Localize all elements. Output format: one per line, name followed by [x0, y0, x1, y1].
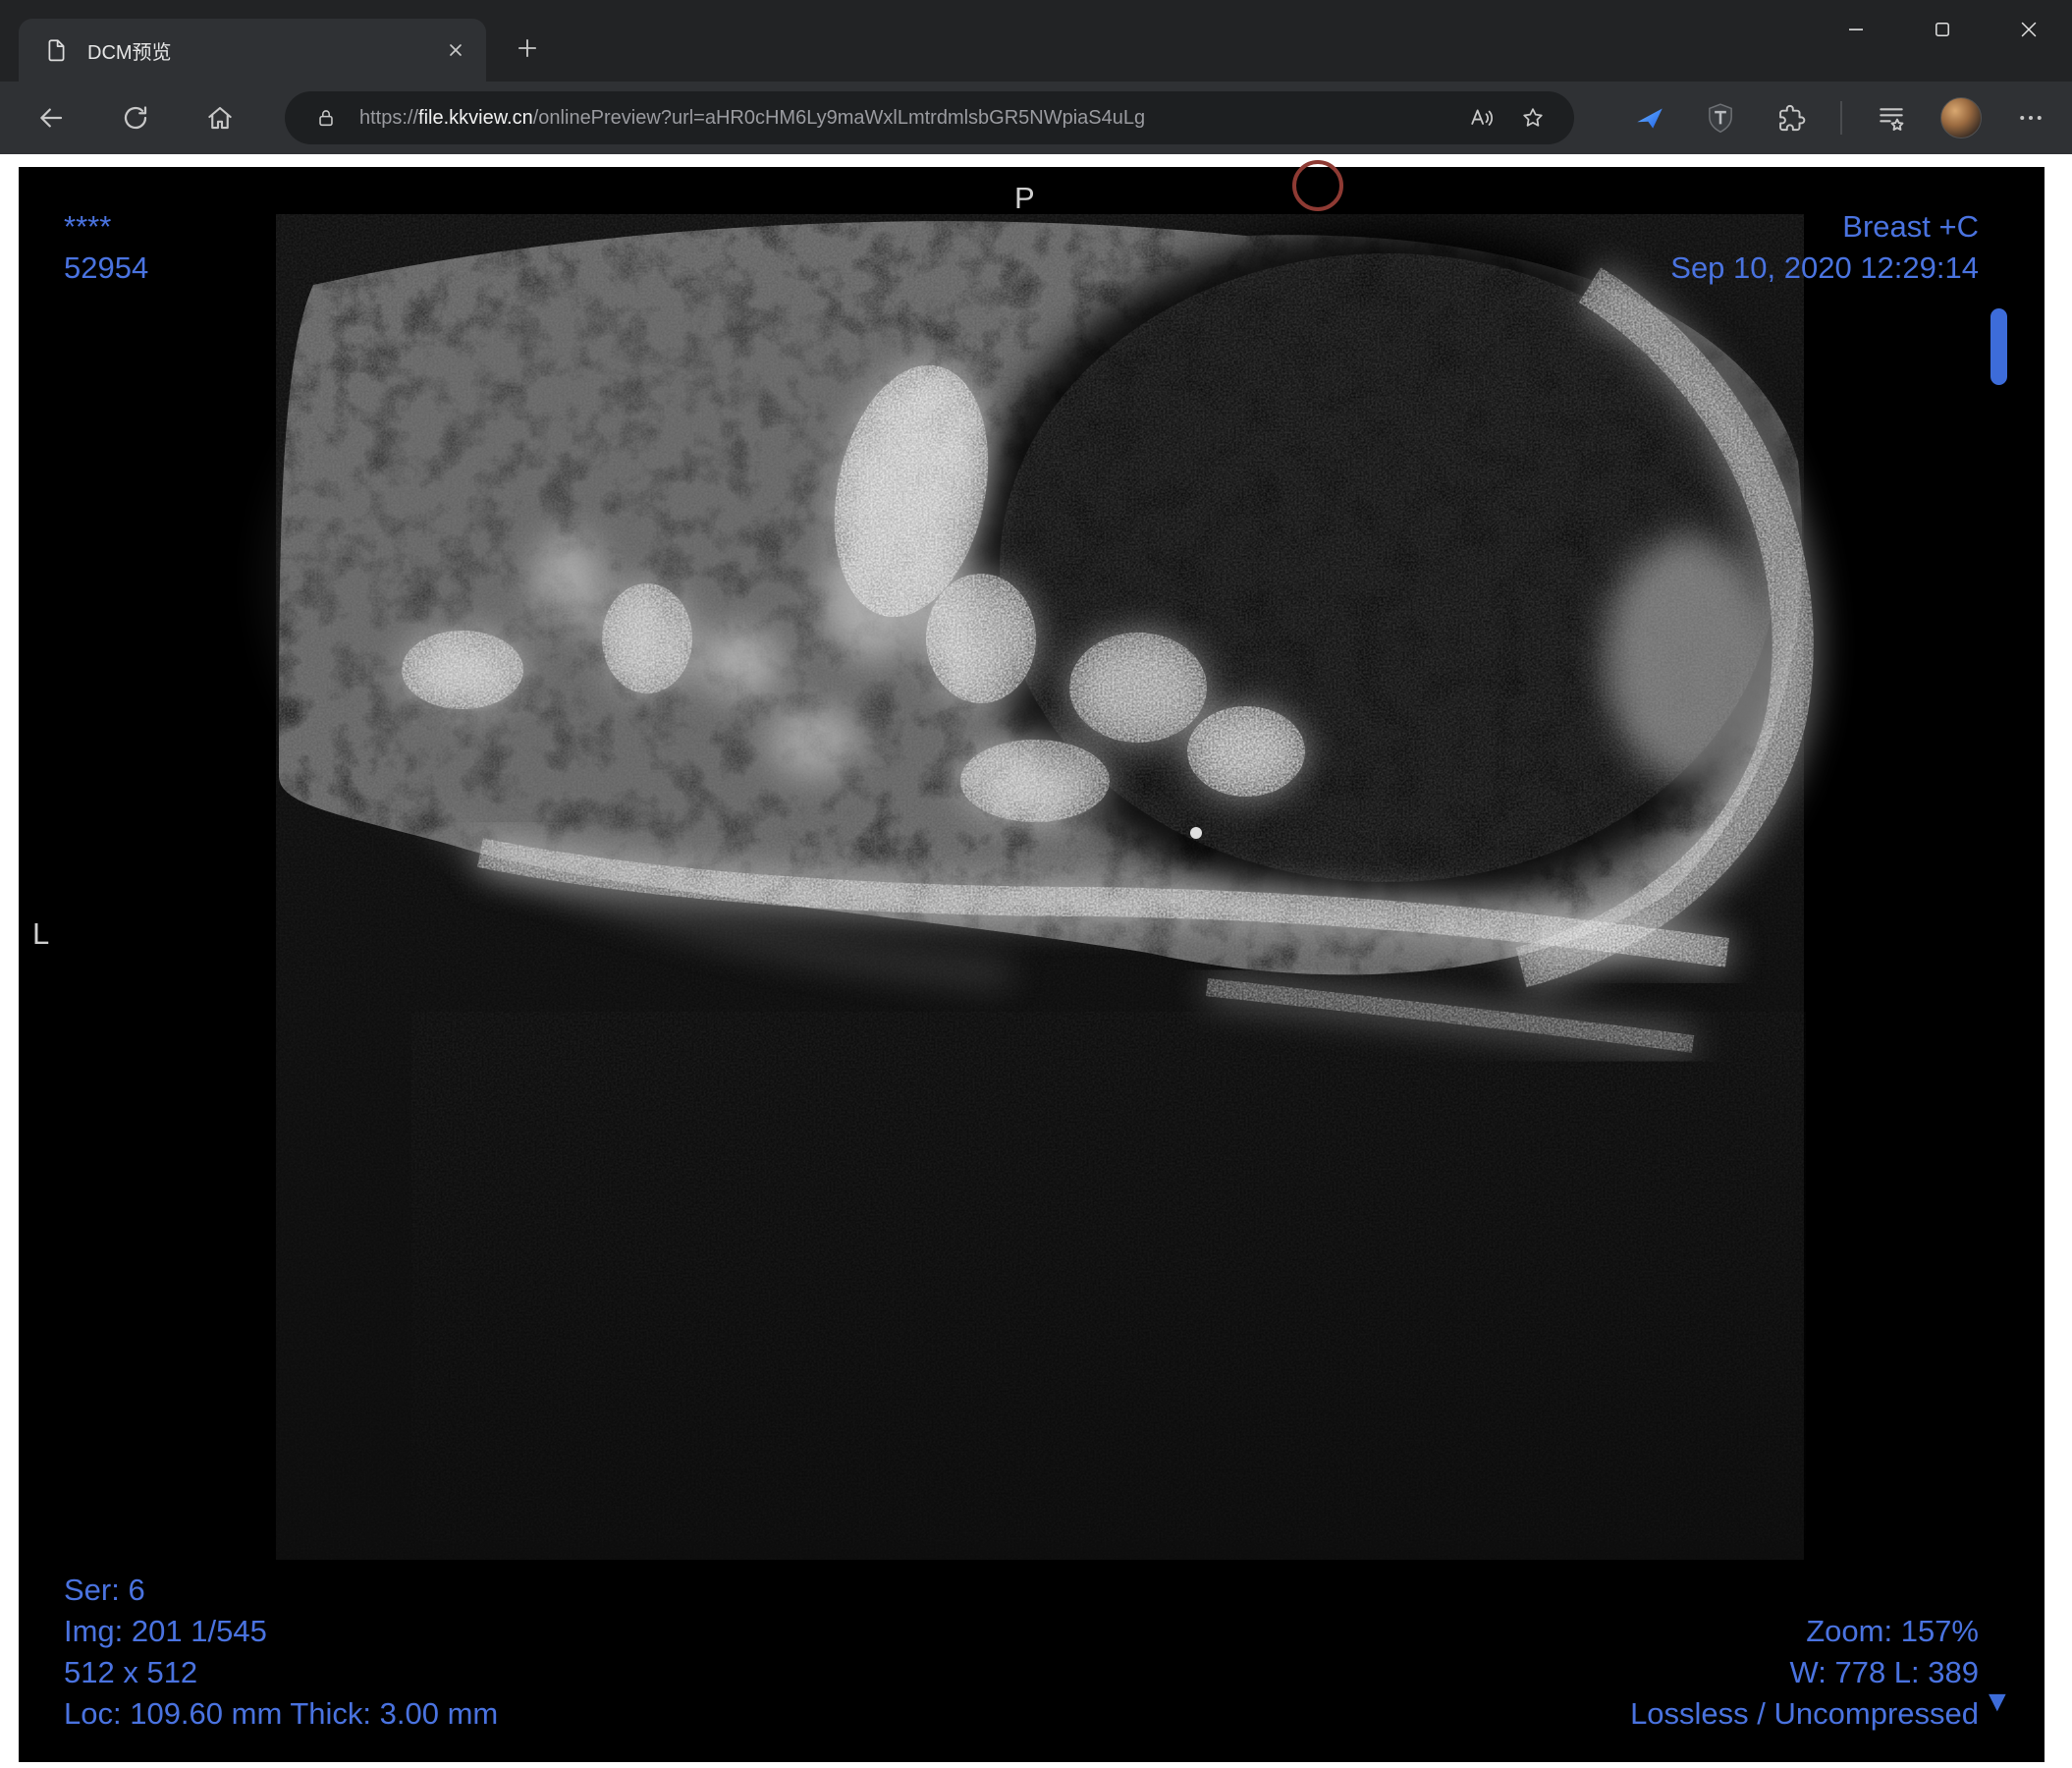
refresh-button[interactable] [110, 92, 161, 143]
orientation-marker-posterior: P [1014, 181, 1035, 215]
toolbar: https://file.kkview.cn/onlinePreview?url… [0, 82, 2072, 154]
page-content: **** 52954 Breast +C Sep 10, 2020 12:29:… [0, 154, 2072, 1768]
accession-number: 52954 [64, 250, 149, 285]
series-number: Ser: 6 [64, 1573, 145, 1607]
toolbar-divider [1840, 101, 1842, 135]
slice-location-thickness: Loc: 109.60 mm Thick: 3.00 mm [64, 1696, 499, 1731]
protocol-label: Breast +C [1842, 209, 1979, 244]
read-aloud-button[interactable] [1464, 100, 1499, 136]
browser-tab[interactable]: DCM预览 [19, 19, 486, 82]
favorite-button[interactable] [1515, 100, 1551, 136]
viewer-scrollbar-thumb[interactable] [1990, 308, 2007, 385]
ellipsis-icon [2020, 116, 2042, 120]
favorites-list-star-icon [1880, 108, 1904, 131]
shield-extension-button[interactable] [1699, 96, 1742, 139]
lock-icon[interactable] [308, 100, 344, 136]
window-level: W: 778 L: 389 [1789, 1655, 1979, 1689]
home-icon [208, 106, 232, 130]
dicom-viewer-canvas[interactable]: **** 52954 Breast +C Sep 10, 2020 12:29:… [19, 167, 2045, 1762]
orientation-marker-left: L [32, 916, 50, 951]
tab-title: DCM预览 [87, 41, 172, 64]
document-icon [38, 32, 74, 68]
url-text: https://file.kkview.cn/onlinePreview?url… [359, 107, 1448, 130]
address-bar[interactable]: https://file.kkview.cn/onlinePreview?url… [285, 91, 1574, 144]
close-button[interactable] [1986, 0, 2072, 59]
back-arrow-icon [40, 108, 63, 128]
maximize-button[interactable] [1899, 0, 1986, 59]
url-scheme: https:// [359, 106, 419, 129]
shield-t-extension-icon [1709, 103, 1732, 134]
puzzle-icon [1779, 104, 1806, 132]
profile-avatar[interactable] [1940, 97, 1982, 138]
url-domain: file.kkview.cn [418, 106, 533, 129]
star-icon [1523, 108, 1543, 127]
home-button[interactable] [194, 92, 245, 143]
overlay-bottom-right: Zoom: 157% W: 778 L: 389 Lossless / Unco… [1630, 1611, 1979, 1735]
read-aloud-icon [1471, 109, 1494, 126]
blue-extension-button[interactable] [1628, 96, 1671, 139]
browser-window: DCM预览 https://file.kkview.cn/onlinePrevi… [0, 0, 2072, 1768]
back-button[interactable] [26, 92, 77, 143]
extensions-button[interactable] [1770, 96, 1813, 139]
zoom-level: Zoom: 157% [1806, 1614, 1979, 1648]
annotation-circle [1292, 160, 1343, 211]
settings-menu-button[interactable] [2009, 96, 2052, 139]
overlay-top-right: Breast +C Sep 10, 2020 12:29:14 [1670, 206, 1979, 289]
new-tab-button[interactable] [504, 25, 551, 72]
matrix-size: 512 x 512 [64, 1655, 198, 1689]
favorites-hub-button[interactable] [1870, 96, 1913, 139]
overlay-top-left: **** 52954 [64, 206, 148, 289]
minimize-button[interactable] [1813, 0, 1899, 59]
overlay-bottom-left: Ser: 6 Img: 201 1/545 512 x 512 Loc: 109… [64, 1570, 498, 1735]
image-number: Img: 201 1/545 [64, 1614, 267, 1648]
compression-info: Lossless / Uncompressed [1630, 1696, 1979, 1731]
window-controls [1813, 0, 2072, 59]
blue-bird-extension-icon [1637, 108, 1663, 129]
patient-id-masked: **** [64, 209, 112, 244]
url-path: /onlinePreview?url=aHR0cHM6Ly9maWxlLmtrd… [532, 106, 1146, 129]
acquisition-datetime: Sep 10, 2020 12:29:14 [1670, 250, 1979, 285]
refresh-icon [124, 106, 147, 130]
toolbar-extensions-area [1628, 96, 2052, 139]
mri-image [276, 214, 1818, 1560]
viewer-scroll-down-icon[interactable]: ▼ [1983, 1687, 2012, 1717]
tab-strip: DCM预览 [0, 0, 2072, 82]
tab-close-button[interactable] [439, 33, 472, 67]
